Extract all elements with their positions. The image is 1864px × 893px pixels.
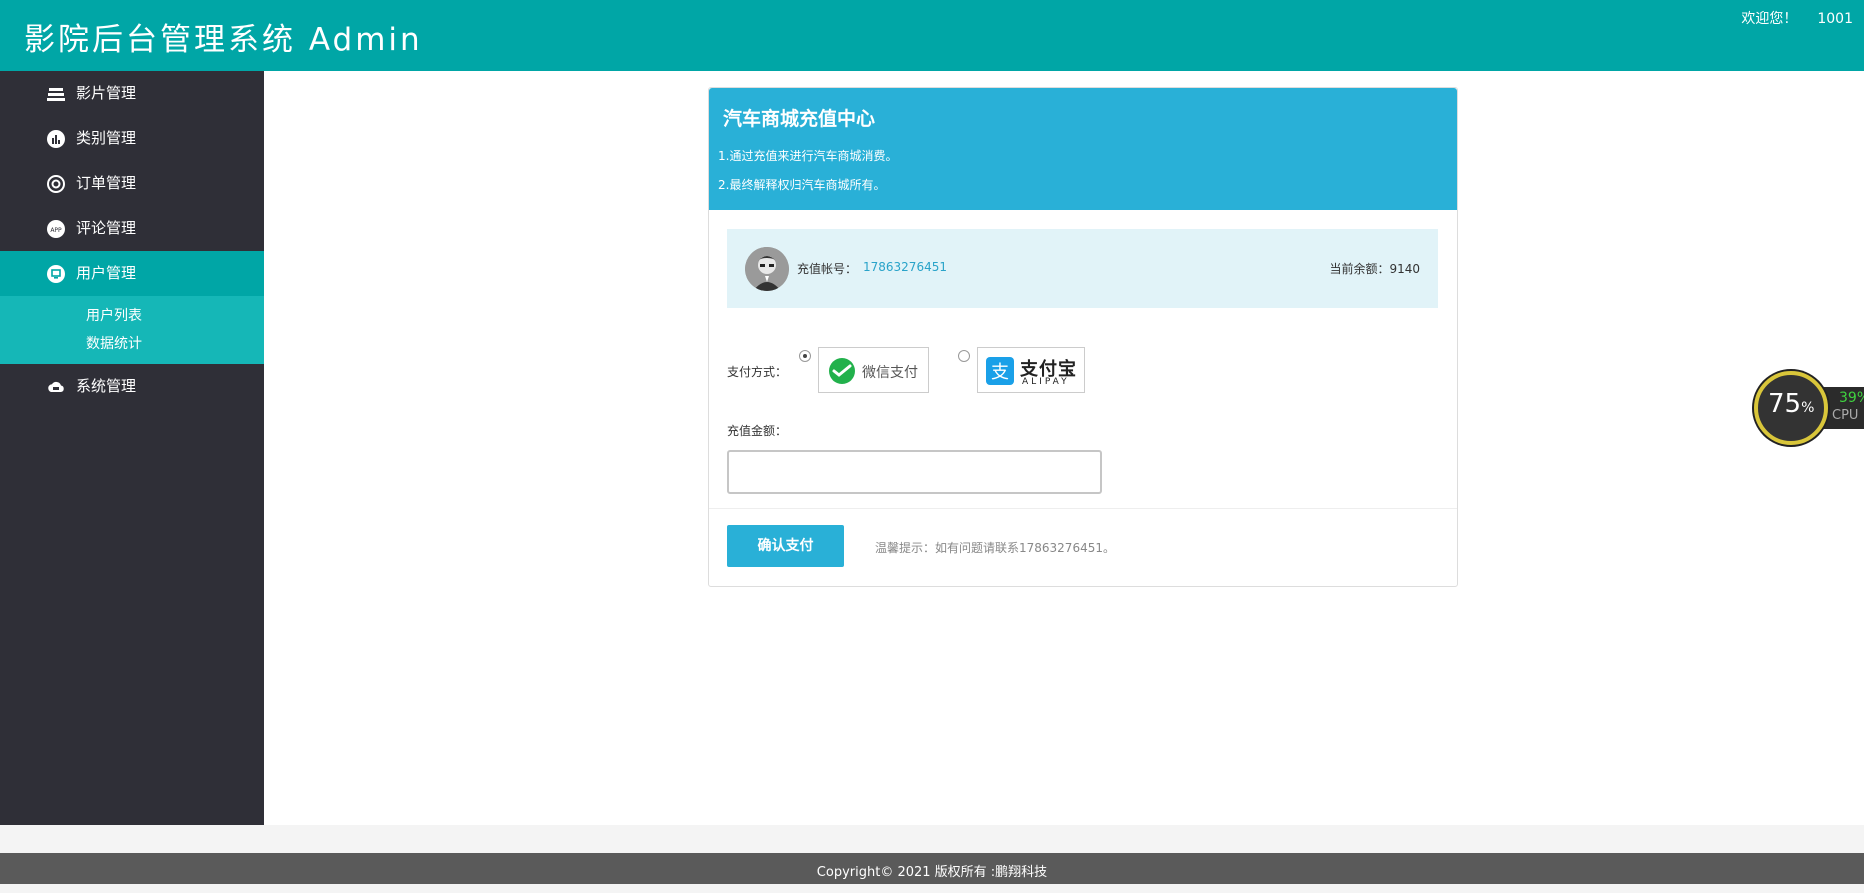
amount-label: 充值金额： [727, 424, 788, 438]
recharge-rule: 2.最终解释权归汽车商城所有。 [718, 178, 886, 192]
account-number: 17863276451 [863, 260, 947, 274]
help-tip: 温馨提示：如有问题请联系17863276451。 [875, 541, 1115, 555]
alipay-option[interactable]: 支 支付宝 ALIPAY [977, 347, 1085, 393]
balance-display: 当前余额：9140 [1329, 260, 1420, 277]
cpu-percent: 75% [1768, 389, 1814, 419]
recharge-panel: 汽车商城充值中心 1.通过充值来进行汽车商城消费。 2.最终解释权归汽车商城所有… [708, 87, 1458, 587]
welcome-text: 欢迎您！ [1741, 11, 1798, 27]
cpu-percent-value: 75 [1768, 389, 1802, 419]
submenu-item-statistics[interactable]: 数据统计 [0, 330, 264, 358]
submenu-item-user-list[interactable]: 用户列表 [0, 302, 264, 330]
sidebar-item-label: 类别管理 [76, 129, 137, 147]
alipay-subtitle: ALIPAY [1022, 377, 1070, 387]
top-header: 影院后台管理系统 Admin 欢迎您！ 1001 [0, 0, 1864, 71]
divider [709, 508, 1457, 509]
wechat-pay-label: 微信支付 [862, 365, 918, 381]
users-submenu: 用户列表 数据统计 [0, 296, 264, 364]
svg-text:APP: APP [50, 227, 62, 234]
sidebar-item-system[interactable]: 系统管理 [0, 364, 264, 409]
main-content: 汽车商城充值中心 1.通过充值来进行汽车商城消费。 2.最终解释权归汽车商城所有… [264, 71, 1864, 825]
sidebar-item-films[interactable]: 影片管理 [0, 71, 264, 116]
user-monitor-icon [47, 265, 65, 283]
gear-icon [47, 175, 65, 193]
recharge-title: 汽车商城充值中心 [723, 108, 876, 130]
account-label: 充值帐号： [797, 262, 858, 276]
account-info-box: 充值帐号： 17863276451 当前余额：9140 [727, 229, 1438, 308]
recharge-rule: 1.通过充值来进行汽车商城消费。 [718, 149, 898, 163]
recharge-header: 汽车商城充值中心 1.通过充值来进行汽车商城消费。 2.最终解释权归汽车商城所有… [709, 88, 1457, 210]
avatar [745, 247, 789, 291]
balance-label: 当前余额： [1329, 262, 1390, 276]
sidebar-item-label: 影片管理 [76, 84, 137, 102]
sidebar: 影片管理 类别管理 订单管理 APP 评论管理 用户管理 用户列表 数据统计 系… [0, 71, 264, 825]
balance-value: 9140 [1389, 262, 1420, 276]
cpu-percent-sign: % [1801, 400, 1815, 416]
alipay-radio[interactable] [958, 350, 970, 362]
amount-input[interactable] [727, 450, 1102, 494]
sidebar-item-label: 系统管理 [76, 377, 137, 395]
cpu-monitor-widget[interactable]: 75% 39% CPU [1754, 371, 1864, 445]
svg-text:支: 支 [991, 362, 1009, 383]
payment-method-label: 支付方式： [727, 365, 788, 379]
sidebar-item-users[interactable]: 用户管理 [0, 251, 264, 296]
sidebar-item-comments[interactable]: APP 评论管理 [0, 206, 264, 251]
alipay-logo-icon: 支 [986, 357, 1014, 385]
wechat-pay-radio[interactable] [799, 350, 811, 362]
welcome-area: 欢迎您！ 1001 [1741, 8, 1864, 28]
user-id-link[interactable]: 1001 [1817, 11, 1853, 27]
bar-chart-icon [47, 130, 65, 148]
sidebar-item-label: 用户管理 [76, 264, 137, 282]
copyright-text: Copyright© 2021 版权所有 :鹏翔科技 [816, 865, 1048, 880]
app-title: 影院后台管理系统 Admin [24, 22, 423, 58]
sidebar-item-label: 评论管理 [76, 219, 137, 237]
sidebar-item-categories[interactable]: 类别管理 [0, 116, 264, 161]
sidebar-item-orders[interactable]: 订单管理 [0, 161, 264, 206]
cpu-green-value: 39% [1839, 390, 1864, 406]
film-stack-icon [47, 88, 65, 101]
wechat-pay-option[interactable]: 微信支付 [818, 347, 929, 393]
cpu-label: CPU [1832, 408, 1859, 423]
wechat-logo-icon [829, 358, 855, 384]
confirm-pay-button[interactable]: 确认支付 [727, 525, 844, 567]
cloud-icon [48, 381, 64, 392]
user-avatar-icon [745, 247, 789, 291]
footer: Copyright© 2021 版权所有 :鹏翔科技 [0, 853, 1864, 884]
sidebar-item-label: 订单管理 [76, 174, 137, 192]
app-icon: APP [47, 220, 65, 238]
